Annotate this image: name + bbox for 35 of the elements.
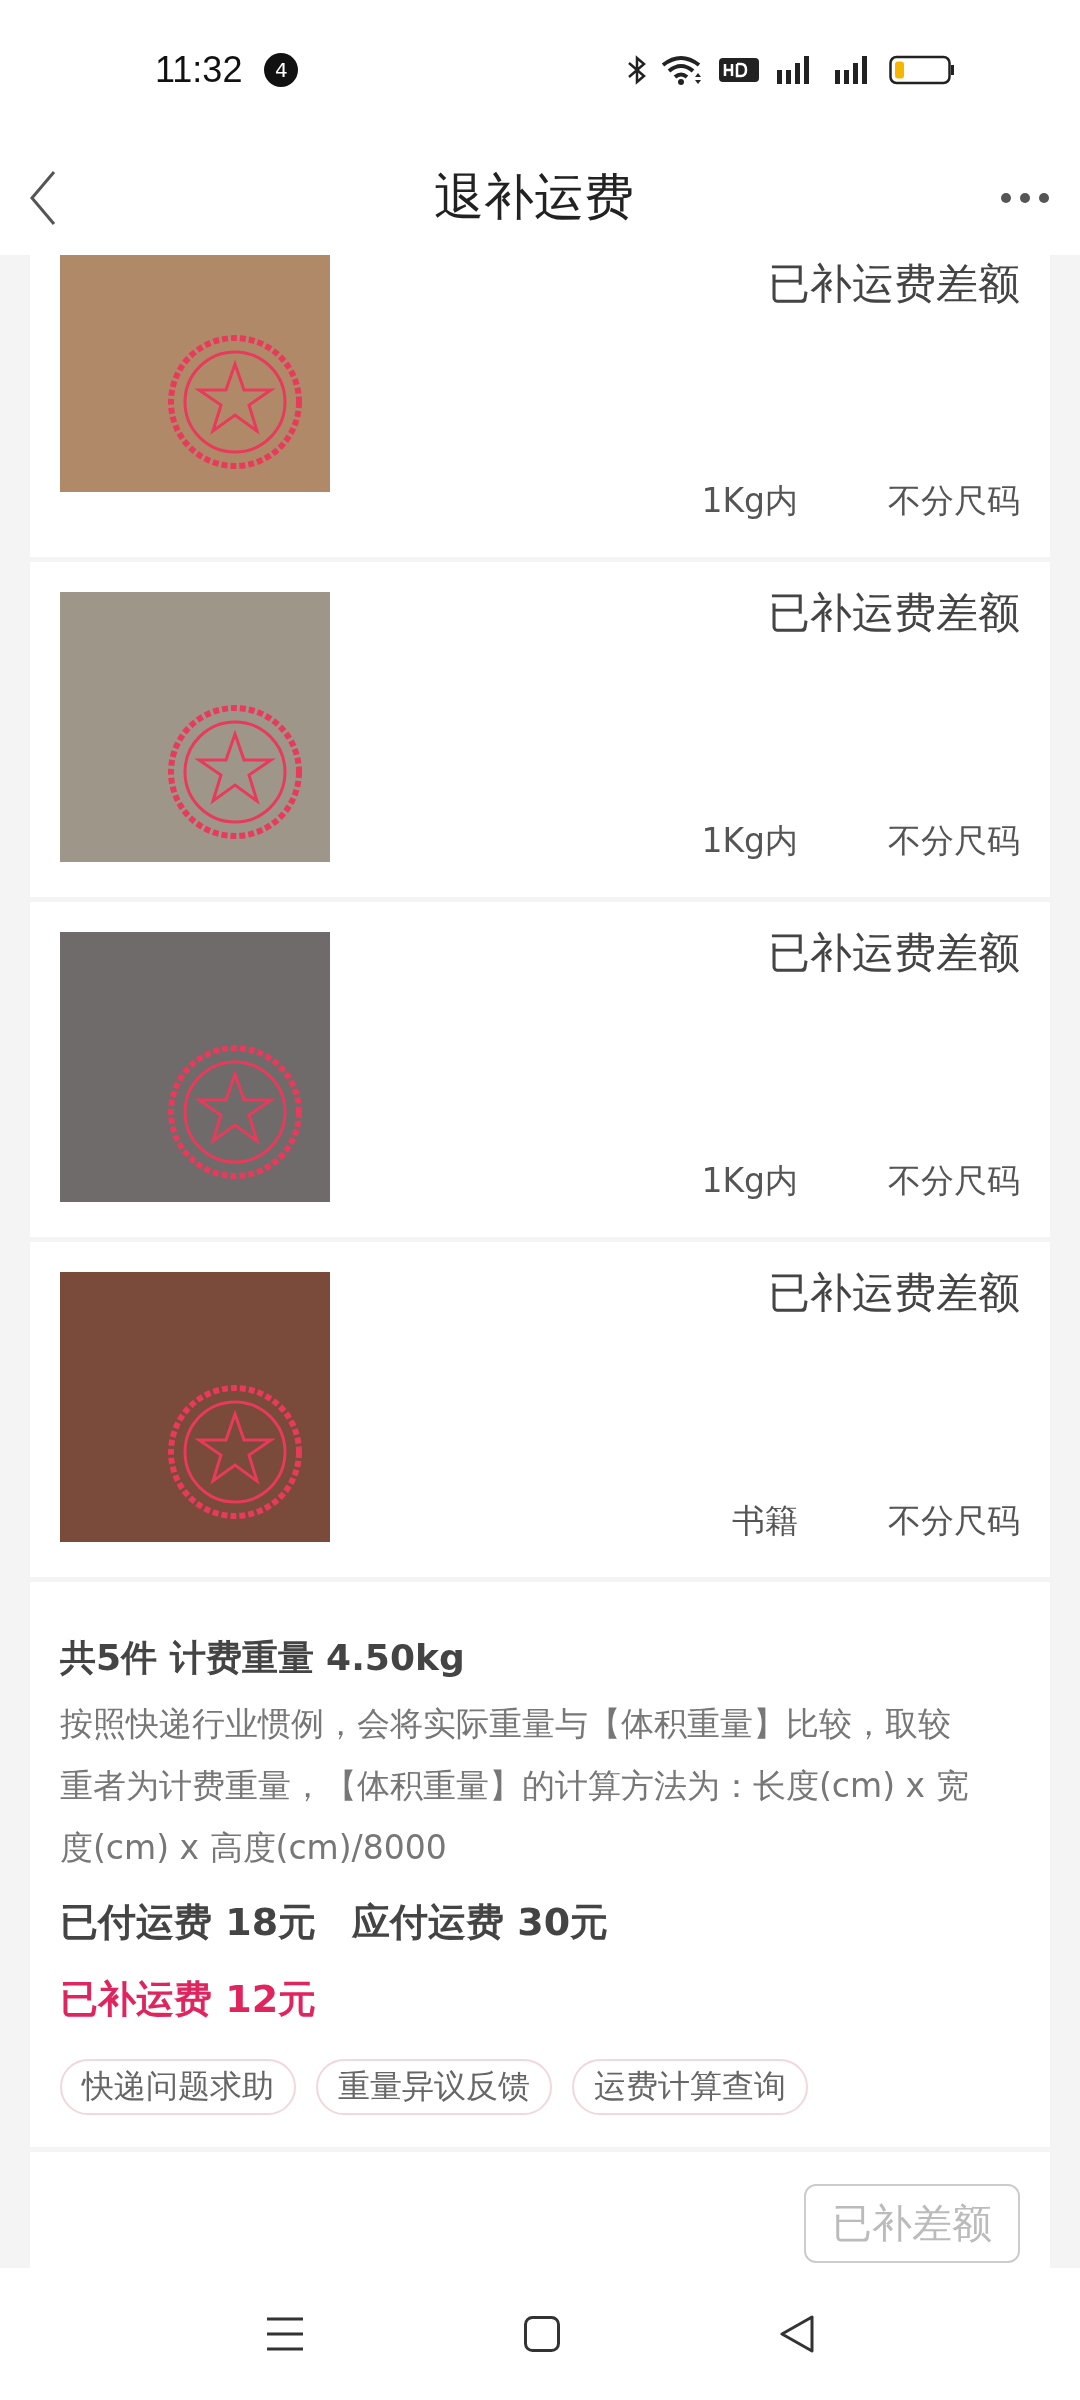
stamp-icon [165, 332, 305, 472]
due-fee: 应付运费 30元 [352, 1899, 609, 1946]
notification-badge: 4 [264, 53, 299, 87]
supplemented-fee: 已补运费 12元 [60, 1976, 318, 2023]
back-icon[interactable] [780, 2315, 814, 2353]
status-label: 已补运费差额 [768, 263, 1020, 305]
size-label: 不分尺码 [888, 824, 1020, 857]
page-title: 退补运费 [434, 167, 634, 228]
size-label: 不分尺码 [888, 1504, 1020, 1537]
weight-label: 1Kg内 [701, 824, 798, 857]
clock-time: 11:32 [155, 49, 243, 91]
help-tag[interactable]: 运费计算查询 [572, 2059, 808, 2115]
help-tag[interactable]: 重量异议反馈 [316, 2059, 552, 2115]
weight-label: 1Kg内 [701, 484, 798, 517]
help-tag[interactable]: 快递问题求助 [60, 2059, 296, 2115]
battery-icon [889, 55, 955, 85]
back-icon[interactable] [30, 169, 56, 226]
weight-summary: 共5件 计费重量 4.50kg [60, 1636, 466, 1680]
weight-label: 书籍 [732, 1504, 798, 1537]
home-icon[interactable] [524, 2316, 560, 2352]
billing-note: 按照快递行业惯例，会将实际重量与【体积重量】比较，取较重者为计费重量，【体积重量】的计算方法为：长度(cm) x 宽度(cm) x 高度(cm)/8000 [60, 1703, 970, 1869]
size-label: 不分尺码 [888, 1164, 1020, 1197]
bluetooth-icon [627, 55, 647, 85]
status-label: 已补运费差额 [768, 932, 1020, 974]
status-label: 已补运费差额 [768, 592, 1020, 634]
more-icon[interactable] [1000, 191, 1050, 204]
hd-icon [719, 56, 759, 84]
paid-fee: 已付运费 18元 [60, 1899, 317, 1946]
stamp-icon [165, 1042, 305, 1182]
status-label: 已补运费差额 [768, 1272, 1020, 1314]
weight-label: 1Kg内 [701, 1164, 798, 1197]
menu-icon[interactable] [266, 2316, 304, 2352]
stamp-icon [165, 702, 305, 842]
size-label: 不分尺码 [888, 484, 1020, 517]
stamp-icon [165, 1382, 305, 1522]
